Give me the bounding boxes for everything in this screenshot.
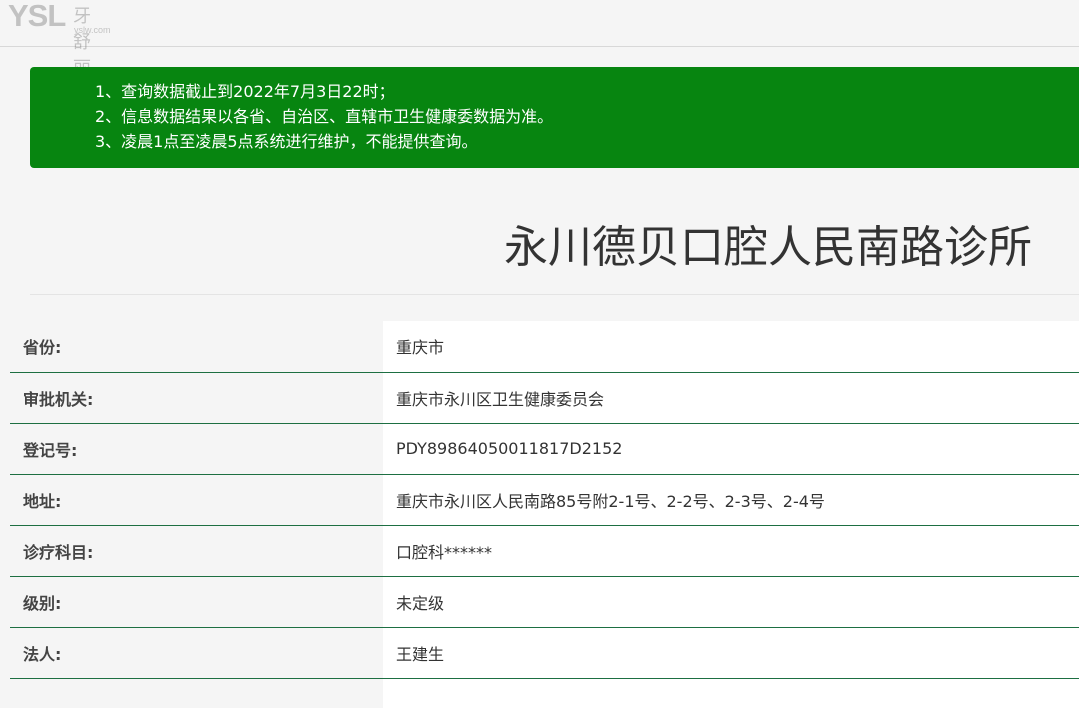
logo-domain: yslw.com bbox=[74, 25, 111, 35]
clinic-title: 永川德贝口腔人民南路诊所 bbox=[504, 222, 1032, 273]
table-row: 省份: 重庆市 bbox=[10, 321, 1079, 373]
table-row: 诊疗科目: 口腔科****** bbox=[10, 525, 1079, 577]
row-value: 重庆市永川区人民南路85号附2-1号、2-2号、2-3号、2-4号 bbox=[383, 474, 1079, 526]
row-value: 未定级 bbox=[383, 576, 1079, 628]
top-bar: YSL 牙舒丽 yslw.com bbox=[0, 0, 1079, 79]
row-value: 王建生 bbox=[383, 627, 1079, 679]
table-row: 法人: 王建生 bbox=[10, 627, 1079, 679]
table-row: 登记号: PDY89864050011817D2152 bbox=[10, 423, 1079, 475]
row-value: PDY89864050011817D2152 bbox=[383, 423, 1079, 475]
notice-line: 3、凌晨1点至凌晨5点系统进行维护，不能提供查询。 bbox=[95, 132, 478, 151]
row-value-empty bbox=[383, 678, 1079, 708]
row-value: 口腔科****** bbox=[383, 525, 1079, 577]
table-row: 地址: 重庆市永川区人民南路85号附2-1号、2-2号、2-3号、2-4号 bbox=[10, 474, 1079, 526]
clinic-info-table: 省份: 重庆市 审批机关: 重庆市永川区卫生健康委员会 登记号: PDY8986… bbox=[10, 321, 1079, 708]
table-row-partial bbox=[10, 678, 1079, 708]
row-label: 审批机关: bbox=[10, 372, 383, 424]
row-label: 诊疗科目: bbox=[10, 525, 383, 577]
notice-line: 2、信息数据结果以各省、自治区、直辖市卫生健康委数据为准。 bbox=[95, 107, 554, 126]
row-label: 登记号: bbox=[10, 423, 383, 475]
row-label: 地址: bbox=[10, 474, 383, 526]
row-label: 省份: bbox=[10, 321, 383, 373]
row-label: 级别: bbox=[10, 576, 383, 628]
notice-line: 1、查询数据截止到2022年7月3日22时； bbox=[95, 82, 395, 101]
logo-brand: YSL bbox=[8, 0, 66, 33]
row-value: 重庆市永川区卫生健康委员会 bbox=[383, 372, 1079, 424]
table-row: 级别: 未定级 bbox=[10, 576, 1079, 628]
title-divider bbox=[30, 294, 1079, 295]
notice-banner: 1、查询数据截止到2022年7月3日22时； 2、信息数据结果以各省、自治区、直… bbox=[30, 67, 1079, 168]
row-label-empty bbox=[10, 678, 383, 708]
row-label: 法人: bbox=[10, 627, 383, 679]
table-row: 审批机关: 重庆市永川区卫生健康委员会 bbox=[10, 372, 1079, 424]
row-value: 重庆市 bbox=[383, 321, 1079, 373]
